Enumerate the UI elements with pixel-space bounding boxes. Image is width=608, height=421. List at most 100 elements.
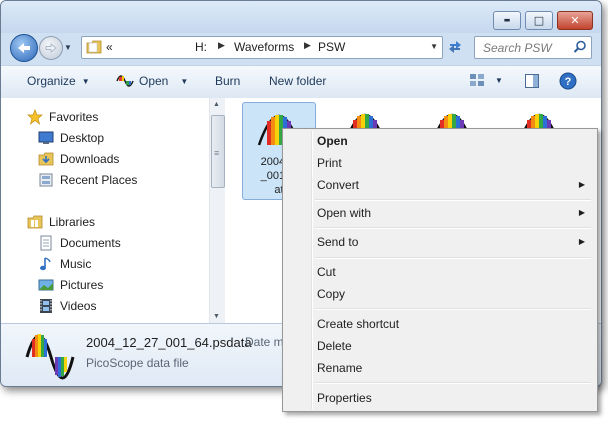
chevron-down-icon: ▼	[495, 76, 503, 85]
details-filename: 2004_12_27_001_64.psdata	[86, 335, 252, 350]
pictures-icon	[38, 279, 54, 291]
maximize-icon: □	[533, 14, 545, 27]
menu-item-send-to[interactable]: Send to ▶	[285, 231, 593, 253]
submenu-arrow-icon: ▶	[578, 180, 585, 189]
help-icon: ?	[559, 72, 577, 90]
svg-text:?: ?	[565, 76, 572, 88]
context-menu: Open Print Convert ▶ Open with ▶ Send to…	[282, 128, 598, 412]
libraries-icon	[27, 215, 43, 229]
waveform-app-icon	[116, 75, 134, 87]
documents-icon	[40, 235, 52, 251]
back-button[interactable]	[10, 34, 38, 62]
minimize-button[interactable]: ▬	[493, 11, 521, 30]
nav-music-label: Music	[60, 257, 92, 271]
menu-item-label: Properties	[317, 391, 372, 405]
menu-item-label: Delete	[317, 339, 352, 353]
scroll-down-icon[interactable]: ▼	[213, 313, 220, 320]
burn-label: Burn	[215, 74, 241, 88]
address-dropdown-icon[interactable]: ▼	[430, 42, 438, 51]
address-overflow[interactable]: «	[106, 40, 113, 54]
burn-button[interactable]: Burn	[215, 74, 240, 88]
nav-downloads-label: Downloads	[60, 152, 120, 166]
chevron-down-icon: ▼	[81, 76, 90, 86]
music-note-icon	[40, 257, 51, 271]
maximize-button[interactable]: □	[525, 11, 553, 30]
organize-label: Organize	[27, 74, 76, 88]
title-bar: ▬ □ ✕	[1, 1, 601, 33]
close-icon: ✕	[570, 14, 580, 27]
menu-item-convert[interactable]: Convert ▶	[285, 174, 593, 196]
nav-videos[interactable]: Videos	[38, 297, 96, 315]
videos-film-icon	[40, 299, 52, 313]
menu-item-label: Cut	[317, 265, 336, 279]
forward-button[interactable]	[39, 36, 63, 60]
downloads-folder-icon	[38, 152, 54, 166]
change-view-button[interactable]	[469, 72, 485, 88]
preview-pane-button[interactable]	[524, 73, 540, 89]
arrow-right-icon	[45, 43, 57, 53]
magnifier-icon[interactable]	[573, 40, 587, 54]
nav-libraries-label: Libraries	[49, 215, 96, 229]
menu-item-label: Print	[317, 156, 342, 170]
menu-item-delete[interactable]: Delete	[285, 335, 593, 357]
menu-item-properties[interactable]: Properties	[285, 387, 593, 409]
more-views-button[interactable]: ▼	[495, 76, 503, 85]
menu-separator	[315, 227, 591, 229]
nav-desktop[interactable]: Desktop	[38, 129, 104, 147]
menu-item-open-with[interactable]: Open with ▶	[285, 202, 593, 224]
address-bar[interactable]: « H: ▶ Waveforms ▶ PSW ▼	[81, 36, 443, 59]
command-bar: Organize ▼ Open ▼ Burn New folder ▼ ?	[1, 65, 601, 99]
refresh-icon	[449, 41, 461, 53]
minimize-icon: ▬	[503, 16, 511, 24]
menu-item-print[interactable]: Print	[285, 152, 593, 174]
menu-item-rename[interactable]: Rename	[285, 357, 593, 379]
nav-downloads[interactable]: Downloads	[38, 150, 119, 168]
search-box[interactable]	[474, 36, 592, 59]
chevron-down-icon: ▼	[180, 76, 189, 86]
breadcrumb-separator-icon[interactable]: ▶	[218, 40, 225, 51]
nav-libraries[interactable]: Libraries	[27, 213, 95, 231]
menu-item-label: Create shortcut	[317, 317, 400, 331]
arrow-left-icon	[18, 43, 30, 53]
nav-recent-places[interactable]: Recent Places	[38, 171, 137, 189]
menu-item-copy[interactable]: Copy	[285, 283, 593, 305]
close-button[interactable]: ✕	[557, 11, 593, 30]
star-icon	[27, 109, 43, 125]
menu-item-open[interactable]: Open	[285, 130, 593, 152]
nav-favorites[interactable]: Favorites	[27, 108, 98, 126]
scroll-up-icon[interactable]: ▲	[213, 101, 220, 108]
address-segment-waveforms[interactable]: Waveforms	[234, 40, 294, 54]
recent-places-icon	[39, 173, 53, 187]
nav-music[interactable]: Music	[38, 255, 91, 273]
address-segment-drive[interactable]: H:	[195, 40, 207, 54]
refresh-button[interactable]	[445, 38, 465, 56]
new-folder-button[interactable]: New folder	[269, 74, 326, 88]
grip-icon: ≡	[214, 148, 220, 158]
nav-documents-label: Documents	[60, 236, 121, 250]
psdata-waveform-icon	[25, 334, 75, 380]
organize-button[interactable]: Organize ▼	[27, 74, 90, 88]
recent-pages-chevron-icon[interactable]: ▼	[64, 43, 72, 52]
search-input[interactable]	[481, 39, 573, 56]
menu-item-label: Send to	[317, 235, 359, 249]
menu-item-label: Copy	[317, 287, 346, 301]
help-button[interactable]: ?	[559, 72, 577, 90]
menu-item-create-shortcut[interactable]: Create shortcut	[285, 313, 593, 335]
nav-pictures-label: Pictures	[60, 278, 104, 292]
address-segment-psw[interactable]: PSW	[318, 40, 345, 54]
nav-recent-places-label: Recent Places	[60, 173, 138, 187]
nav-documents[interactable]: Documents	[38, 234, 121, 252]
nav-pictures[interactable]: Pictures	[38, 276, 103, 294]
breadcrumb-separator-icon[interactable]: ▶	[304, 40, 311, 51]
menu-item-cut[interactable]: Cut	[285, 261, 593, 283]
menu-item-label: Open with	[317, 206, 372, 220]
menu-item-label: Open	[317, 134, 348, 148]
open-button[interactable]: Open ▼	[116, 74, 188, 88]
submenu-arrow-icon: ▶	[578, 237, 585, 246]
navigation-pane: Favorites Desktop Downloads Recent Place…	[1, 98, 225, 323]
new-folder-label: New folder	[269, 74, 327, 88]
nav-scrollbar[interactable]: ▲ ≡ ▼	[209, 98, 225, 323]
desktop-icon	[38, 131, 54, 144]
nav-videos-label: Videos	[60, 299, 97, 313]
menu-item-label: Convert	[317, 178, 360, 192]
